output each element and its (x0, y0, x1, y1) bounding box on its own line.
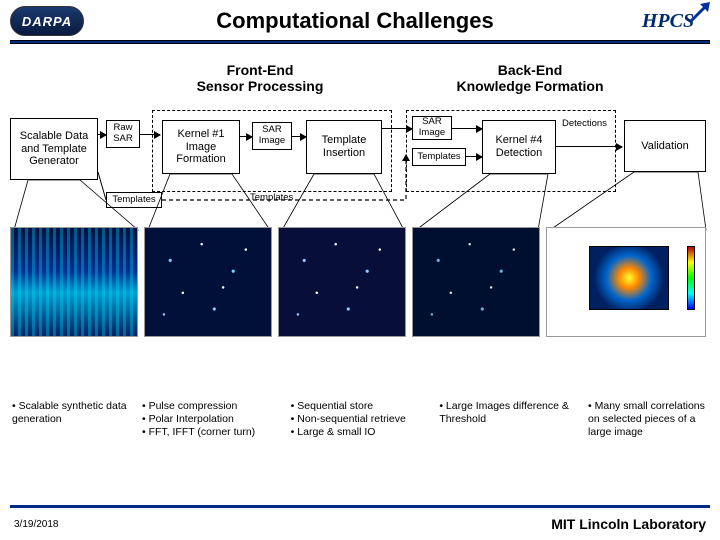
pipeline-diagram: Front-End Sensor Processing Back-End Kno… (10, 62, 710, 372)
arrow-icon (98, 134, 106, 135)
arrow-icon (452, 128, 482, 129)
box-templates-2: Templates (412, 148, 466, 166)
label-templates-mid: Templates (250, 192, 310, 208)
label-detections: Detections (562, 118, 616, 136)
box-template-insertion: Template Insertion (306, 120, 382, 174)
box-raw-sar: Raw SAR (106, 120, 140, 148)
box-kernel1: Kernel #1 Image Formation (162, 120, 240, 174)
title-rule (10, 40, 710, 44)
arrow-icon (556, 146, 622, 147)
bullets-col5: • Many small correlations on selected pi… (588, 400, 708, 439)
bullet-text: • Scalable synthetic data generation (12, 400, 132, 426)
thumb-detection (412, 227, 540, 337)
thumb-raw-data (10, 227, 138, 337)
arrow-icon (240, 136, 252, 137)
hpcs-logo: HPCS (626, 6, 710, 36)
footer-date: 3/19/2018 (14, 519, 59, 530)
arrow-icon (292, 136, 306, 137)
bullets-col1: • Scalable synthetic data generation (12, 400, 132, 439)
box-validation: Validation (624, 120, 706, 172)
box-kernel4: Kernel #4 Detection (482, 120, 556, 174)
thumbnail-row (10, 227, 710, 337)
box-sar-image: SAR Image (252, 122, 292, 150)
bullet-text: • Sequential store (291, 400, 430, 413)
box-sar-image-2: SAR Image (412, 116, 452, 140)
section-label-back: Back-End Knowledge Formation (430, 62, 630, 94)
thumb-validation (546, 227, 706, 337)
section-label-front: Front-End Sensor Processing (170, 62, 350, 94)
bullet-text: • Pulse compression (142, 400, 281, 413)
bullet-text: • FFT, IFFT (corner turn) (142, 426, 281, 439)
bullet-text: • Large Images difference & Threshold (439, 400, 578, 426)
thumb-sar-image (144, 227, 272, 337)
bullet-text: • Polar Interpolation (142, 413, 281, 426)
box-templates-1: Templates (106, 192, 162, 208)
darpa-logo: DARPA (10, 6, 84, 36)
bullet-text: • Non-sequential retrieve (291, 413, 430, 426)
bullet-text: • Many small correlations on selected pi… (588, 400, 708, 439)
box-generator: Scalable Data and Template Generator (10, 118, 98, 180)
bullets-col2: • Pulse compression • Polar Interpolatio… (142, 400, 281, 439)
bullets-col4: • Large Images difference & Threshold (439, 400, 578, 439)
arrow-icon (466, 156, 482, 157)
footer-org: MIT Lincoln Laboratory (551, 516, 706, 532)
arrow-icon (382, 128, 412, 129)
footer-rule (10, 505, 710, 508)
arrow-up-icon (688, 0, 712, 24)
bullets-col3: • Sequential store • Non-sequential retr… (291, 400, 430, 439)
arrow-icon (140, 134, 160, 135)
hpcs-logo-text: HPCS (642, 10, 694, 33)
thumb-template-insert (278, 227, 406, 337)
bullet-text: • Large & small IO (291, 426, 430, 439)
page-title: Computational Challenges (94, 8, 616, 34)
bullets-row: • Scalable synthetic data generation • P… (12, 400, 708, 439)
